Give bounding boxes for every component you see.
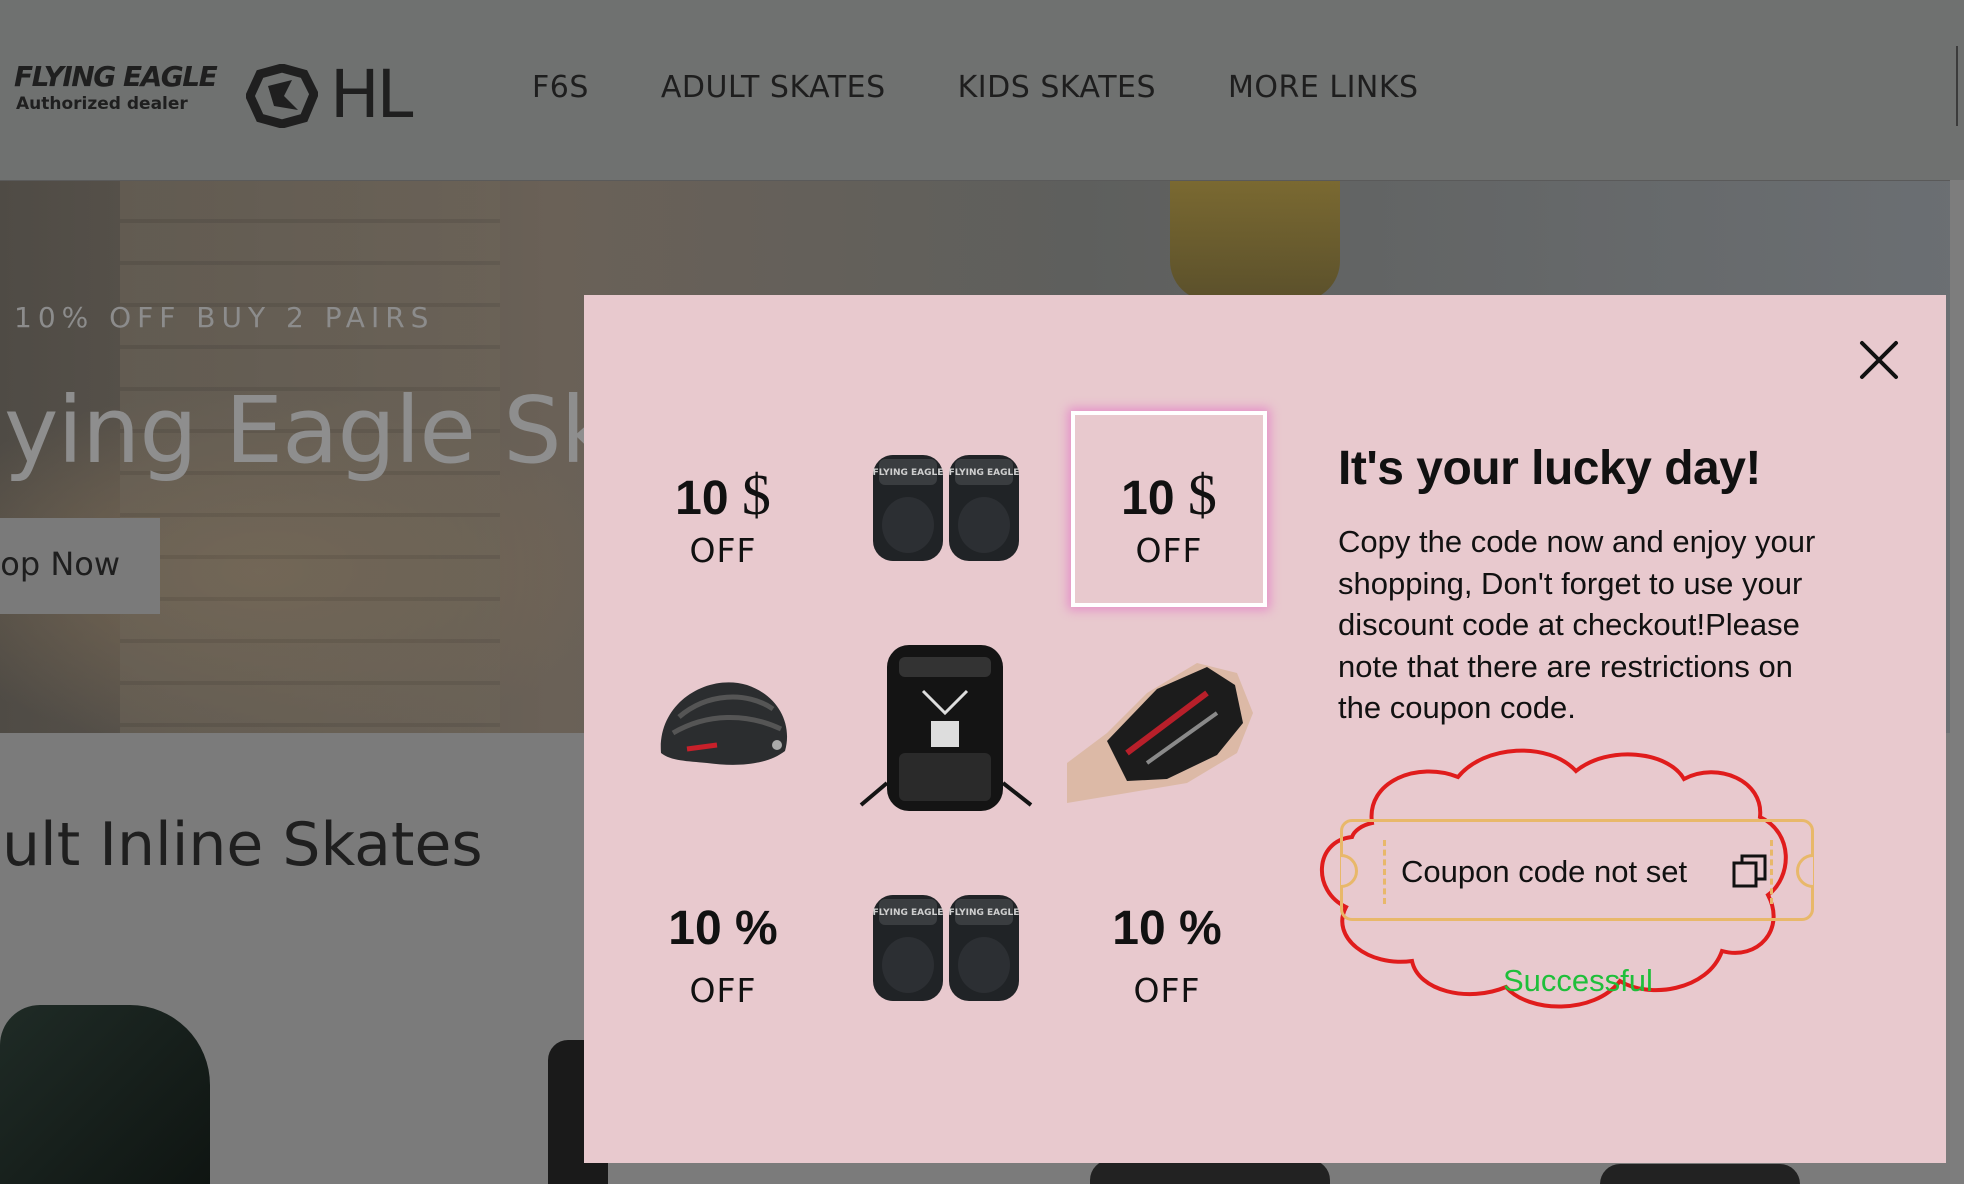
prize-cell-knee-pads: FLYING EAGLE FLYING EAGLE [847,413,1039,603]
hero-title: ying Eagle Sk [4,377,614,484]
coupon-notch-right [1796,854,1813,888]
prize-cell-knee-pads: FLYING EAGLE FLYING EAGLE [847,853,1039,1043]
knee-pads-image: FLYING EAGLE FLYING EAGLE [873,895,1020,1001]
logo-subtitle: Authorized dealer [16,94,188,114]
prize-symbol: % [735,902,778,955]
prize-value: 10 $ [1075,461,1263,528]
prize-value: 10 % [1071,901,1263,956]
copy-icon[interactable] [1731,852,1769,890]
knee-pad-brand: FLYING EAGLE [873,468,944,478]
prize-value: 10 % [627,901,819,956]
product-image[interactable] [0,1005,210,1184]
shop-now-button[interactable]: op Now [0,518,160,614]
prize-cell-dollar-off-selected: 10 $ OFF [1071,411,1267,607]
popup-description: Copy the code now and enjoy your shoppin… [1338,524,1816,725]
backpack-image [859,645,1033,811]
search-box-edge[interactable] [1956,46,1964,126]
nav-item-f6s[interactable]: F6S [532,70,589,105]
coupon-code-text: Coupon code not set [1401,854,1688,889]
main-nav: F6S ADULT SKATES KIDS SKATES MORE LINKS [532,70,1491,105]
nav-item-more-links[interactable]: MORE LINKS [1228,70,1419,105]
prize-symbol: $ [1187,462,1217,527]
prize-cell-dollar-off: 10 $ OFF [627,413,819,603]
prize-label: OFF [1135,531,1203,570]
logo-mark-text: HL [330,56,413,133]
coupon-divider-right [1770,840,1773,904]
knee-pad-brand: FLYING EAGLE [873,908,944,918]
lucky-draw-popup: 10 $ OFF FLYING EAGLE FLYING EAGLE 10 $ … [584,295,1946,1163]
product-image[interactable] [1090,1160,1330,1184]
eagle-logo-icon [246,64,318,128]
prize-cell-helmet [627,633,819,823]
prize-symbol: $ [741,462,771,527]
close-icon[interactable] [1856,337,1902,383]
prize-amount: 10 [1121,472,1175,525]
site-header: FLYING EAGLE Authorized dealer HL F6S AD… [0,0,1964,181]
popup-title: It's your lucky day! [1338,442,1761,495]
coupon-divider-left [1383,840,1386,904]
prize-amount: 10 [1112,902,1166,955]
shop-now-label: op Now [0,545,120,583]
prize-amount: 10 [675,472,729,525]
knee-pad-brand: FLYING EAGLE [949,908,1020,918]
logo-brand: FLYING EAGLE [14,60,218,93]
prize-cell-backpack [847,633,1039,823]
prize-cell-percent-off: 10 % OFF [627,853,819,1043]
nav-item-kids-skates[interactable]: KIDS SKATES [958,70,1156,105]
coupon-code-box: Coupon code not set [1340,819,1814,921]
knee-pad-brand: FLYING EAGLE [949,468,1020,478]
copy-status-text: Successful [1503,963,1653,998]
prize-amount: 10 [668,902,722,955]
prize-value: 10 $ [627,461,819,528]
product-image[interactable] [1600,1164,1800,1184]
nav-item-adult-skates[interactable]: ADULT SKATES [661,70,886,105]
glove-image [1067,663,1253,803]
knee-pads-image: FLYING EAGLE FLYING EAGLE [873,455,1020,561]
page-right-edge [1950,180,1964,1184]
hero-promo-text: 10% OFF BUY 2 PAIRS [14,301,435,334]
prize-symbol: % [1179,902,1222,955]
prize-cell-percent-off: 10 % OFF [1071,853,1263,1043]
hero-skater-figure [1170,181,1340,301]
prize-label: OFF [689,531,757,570]
prize-label: OFF [689,971,757,1010]
helmet-image [660,682,788,765]
prize-label: OFF [1133,971,1201,1010]
prize-cell-glove [1067,633,1259,823]
section-title: ult Inline Skates [2,810,483,880]
coupon-notch-left [1341,854,1358,888]
